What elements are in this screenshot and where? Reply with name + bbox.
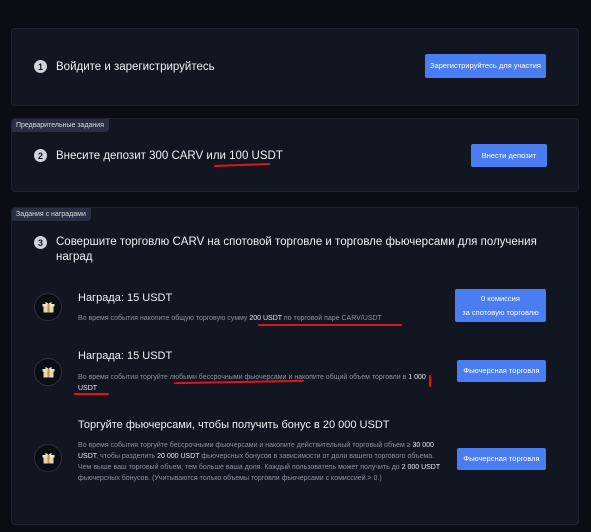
step-number-badge: 3 — [34, 236, 47, 249]
gift-icon — [34, 293, 62, 321]
step3-heading: 3 Совершите торговлю CARV на спотовой то… — [34, 235, 554, 265]
futures-trade-button[interactable]: Фьючерсная торговля — [457, 448, 546, 470]
step3-card: Задания с наградами 3 Совершите торговлю… — [11, 207, 579, 525]
step2-title: Внесите депозит 300 CARV или 100 USDT — [56, 150, 283, 162]
step1-heading: 1 Войдите и зарегистрируйтесь — [34, 60, 215, 73]
deposit-button[interactable]: Внести депозит — [471, 144, 547, 167]
gift-icon — [34, 358, 62, 386]
futures-trade-button[interactable]: Фьючерсная торговля — [457, 360, 546, 382]
step1-card: 1 Войдите и зарегистрируйтесь Зарегистри… — [11, 28, 579, 106]
annotation-underline — [258, 324, 402, 326]
reward3-description: Во время события торгуйте бессрочными фь… — [78, 442, 441, 482]
reward2-description: Во время события торгуйте любыми бессроч… — [78, 374, 426, 392]
reward3-title: Торгуйте фьючерсами, чтобы получить бону… — [78, 419, 390, 431]
step3-title: Совершите торговлю CARV на спотовой торг… — [56, 236, 537, 263]
step2-heading: 2 Внесите депозит 300 CARV или 100 USDT — [34, 149, 283, 162]
step2-tag: Предварительные задания — [12, 119, 109, 132]
step-number-badge: 1 — [34, 60, 47, 73]
step1-title: Войдите и зарегистрируйтесь — [56, 60, 215, 73]
step3-tag: Задания с наградами — [12, 208, 91, 221]
step2-card: Предварительные задания 2 Внесите депози… — [11, 118, 579, 192]
annotation-underline — [74, 393, 109, 395]
register-button[interactable]: Зарегистрируйтесь для участия — [425, 54, 546, 78]
annotation-tick — [429, 375, 431, 387]
reward1-description: Во время события накопите общую торговую… — [78, 315, 382, 322]
step-number-badge: 2 — [34, 149, 47, 162]
step2-title-highlight: 100 USDT — [229, 149, 283, 162]
gift-icon — [34, 444, 62, 472]
reward1-title: Награда: 15 USDT — [78, 292, 173, 304]
step2-title-prefix: Внесите депозит 300 CARV или — [56, 149, 230, 162]
spot-trade-button[interactable]: 0 комиссия за спотовую торговлю — [455, 289, 546, 322]
reward2-title: Награда: 15 USDT — [78, 350, 173, 362]
